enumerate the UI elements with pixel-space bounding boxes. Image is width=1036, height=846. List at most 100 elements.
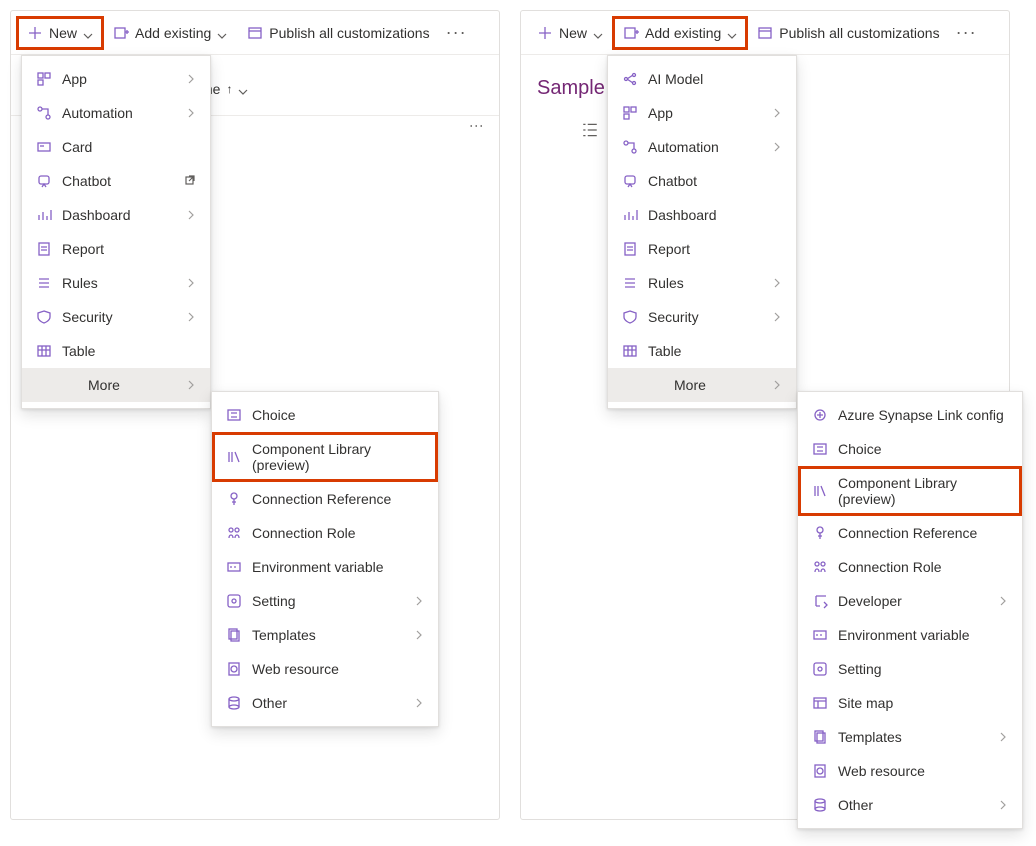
- setting-icon: [812, 661, 828, 677]
- menu-item-synapse[interactable]: Azure Synapse Link config: [798, 398, 1022, 432]
- chatbot-icon: [36, 173, 52, 189]
- new-dropdown: App AutomationCard Chatbot Dashboard Report R…: [21, 55, 211, 409]
- choice-icon: [226, 407, 242, 423]
- plus-icon: [537, 25, 553, 41]
- add-existing-icon: [623, 25, 639, 41]
- menu-item-table[interactable]: Table: [22, 334, 210, 368]
- menu-item-label: Report: [62, 241, 196, 257]
- menu-item-connref[interactable]: Connection Reference: [798, 516, 1022, 550]
- chevron-down-icon: [83, 28, 93, 38]
- menu-item-templates[interactable]: Templates: [212, 618, 438, 652]
- menu-item-label: Report: [648, 241, 782, 257]
- menu-item-security[interactable]: Security: [22, 300, 210, 334]
- chevron-right-icon: [998, 797, 1008, 813]
- overflow-icon[interactable]: ···: [950, 20, 983, 45]
- chevron-right-icon: [414, 593, 424, 609]
- menu-item-label: Security: [62, 309, 176, 325]
- app-icon: [622, 105, 638, 121]
- security-icon: [622, 309, 638, 325]
- menu-item-sitemap[interactable]: Site map: [798, 686, 1022, 720]
- menu-item-report[interactable]: Report: [22, 232, 210, 266]
- add-existing-button[interactable]: Add existing: [613, 17, 747, 49]
- menu-item-envvar[interactable]: Environment variable: [212, 550, 438, 584]
- menu-item-label: Rules: [648, 275, 762, 291]
- menu-item-webres[interactable]: Web resource: [798, 754, 1022, 788]
- chevron-down-icon: [593, 28, 603, 38]
- new-button[interactable]: New: [17, 17, 103, 49]
- dashboard-icon: [36, 207, 52, 223]
- menu-item-table[interactable]: Table: [608, 334, 796, 368]
- row-overflow-icon[interactable]: ⋮: [469, 119, 485, 134]
- menu-item-choice[interactable]: Choice: [798, 432, 1022, 466]
- dashboard-icon: [622, 207, 638, 223]
- more-submenu: Choice Component Library (preview) Connect…: [211, 391, 439, 727]
- synapse-icon: [812, 407, 828, 423]
- menu-item-envvar[interactable]: Environment variable: [798, 618, 1022, 652]
- chevron-down-icon: [217, 28, 227, 38]
- menu-item-chatbot[interactable]: Chatbot: [22, 164, 210, 198]
- menu-item-label: Chatbot: [648, 173, 782, 189]
- toolbar-left: New Add existing Publish all customizati…: [11, 11, 499, 55]
- chevron-right-icon: [772, 275, 782, 291]
- menu-item-app[interactable]: App: [22, 62, 210, 96]
- menu-item-label: Connection Role: [838, 559, 1008, 575]
- overflow-icon[interactable]: ···: [440, 20, 473, 45]
- list-icon[interactable]: [581, 121, 599, 142]
- menu-item-aimodel[interactable]: AI Model: [608, 62, 796, 96]
- menu-item-setting[interactable]: Setting: [212, 584, 438, 618]
- menu-item-developer[interactable]: Developer: [798, 584, 1022, 618]
- menu-item-other[interactable]: Other: [212, 686, 438, 720]
- more-icon: [62, 377, 78, 393]
- menu-item-complib[interactable]: Component Library (preview): [212, 432, 438, 482]
- menu-item-label: Automation: [648, 139, 762, 155]
- chevron-right-icon: [186, 105, 196, 121]
- menu-item-connrole[interactable]: Connection Role: [212, 516, 438, 550]
- add-existing-button[interactable]: Add existing: [103, 17, 237, 49]
- menu-item-dashboard[interactable]: Dashboard: [22, 198, 210, 232]
- menu-item-label: Templates: [838, 729, 988, 745]
- chevron-right-icon: [186, 207, 196, 223]
- publish-button[interactable]: Publish all customizations: [237, 17, 439, 49]
- menu-item-templates[interactable]: Templates: [798, 720, 1022, 754]
- menu-item-label: Site map: [838, 695, 1008, 711]
- menu-item-rules[interactable]: Rules: [608, 266, 796, 300]
- menu-item-label: More: [674, 377, 762, 393]
- menu-item-label: Chatbot: [62, 173, 174, 189]
- app-icon: [36, 71, 52, 87]
- menu-item-label: Other: [252, 695, 404, 711]
- menu-item-automation[interactable]: Automation: [608, 130, 796, 164]
- menu-item-app[interactable]: App: [608, 96, 796, 130]
- menu-item-connref[interactable]: Connection Reference: [212, 482, 438, 516]
- menu-item-card[interactable]: Card: [22, 130, 210, 164]
- menu-item-label: App: [648, 105, 762, 121]
- menu-item-complib[interactable]: Component Library (preview): [798, 466, 1022, 516]
- new-label: New: [559, 25, 587, 41]
- menu-item-dashboard[interactable]: Dashboard: [608, 198, 796, 232]
- menu-item-label: Connection Role: [252, 525, 424, 541]
- new-button[interactable]: New: [527, 17, 613, 49]
- menu-item-webres[interactable]: Web resource: [212, 652, 438, 686]
- menu-item-connrole[interactable]: Connection Role: [798, 550, 1022, 584]
- publish-button[interactable]: Publish all customizations: [747, 17, 949, 49]
- add-existing-dropdown: AI Model App Automation Chatbot Dashboard Rep…: [607, 55, 797, 409]
- menu-item-other[interactable]: Other: [798, 788, 1022, 822]
- menu-item-more[interactable]: More: [22, 368, 210, 402]
- menu-item-report[interactable]: Report: [608, 232, 796, 266]
- menu-item-rules[interactable]: Rules: [22, 266, 210, 300]
- menu-item-label: App: [62, 71, 176, 87]
- report-icon: [622, 241, 638, 257]
- chevron-down-icon: [238, 84, 248, 94]
- menu-item-choice[interactable]: Choice: [212, 398, 438, 432]
- complib-icon: [812, 483, 828, 499]
- plus-icon: [27, 25, 43, 41]
- menu-item-label: AI Model: [648, 71, 782, 87]
- menu-item-label: Component Library (preview): [252, 441, 424, 473]
- menu-item-automation[interactable]: Automation: [22, 96, 210, 130]
- menu-item-chatbot[interactable]: Chatbot: [608, 164, 796, 198]
- developer-icon: [812, 593, 828, 609]
- menu-item-label: Choice: [838, 441, 1008, 457]
- card-icon: [36, 139, 52, 155]
- menu-item-setting[interactable]: Setting: [798, 652, 1022, 686]
- menu-item-more[interactable]: More: [608, 368, 796, 402]
- menu-item-security[interactable]: Security: [608, 300, 796, 334]
